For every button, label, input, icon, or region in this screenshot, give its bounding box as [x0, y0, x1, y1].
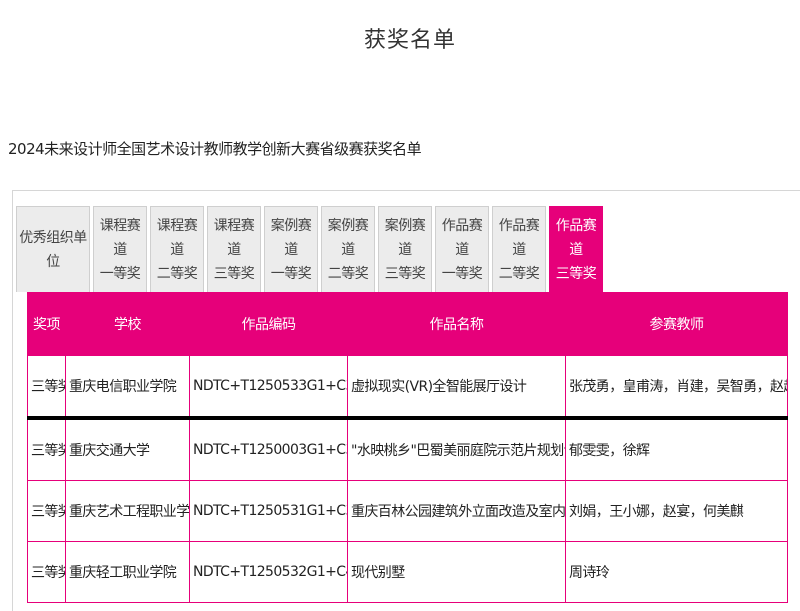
winners-table: 奖项 学校 作品编码 作品名称 参赛教师 三等奖 重庆电信职业学院 NDTC+T…	[27, 292, 788, 603]
tab-label-line2: 一等奖	[441, 265, 483, 282]
tab-case-first-prize[interactable]: 案例赛道 一等奖	[264, 206, 318, 292]
cell-work-code: NDTC+T1250533G1+C3+007	[189, 355, 348, 420]
cell-award: 三等奖	[27, 355, 66, 420]
cell-work-code: NDTC+T1250003G1+C3+002	[189, 417, 348, 481]
page-subtitle: 2024未来设计师全国艺术设计教师教学创新大赛省级赛获奖名单	[8, 140, 422, 158]
winners-table-container: 奖项 学校 作品编码 作品名称 参赛教师 三等奖 重庆电信职业学院 NDTC+T…	[27, 292, 788, 603]
cell-award: 三等奖	[27, 541, 66, 603]
tab-label-line1: 作品赛道	[498, 217, 540, 258]
tab-label-line2: 二等奖	[498, 265, 540, 282]
tab-case-third-prize[interactable]: 案例赛道 三等奖	[378, 206, 432, 292]
tab-label-line1: 案例赛道	[270, 217, 312, 258]
tab-label-line2: 一等奖	[99, 265, 141, 282]
tab-course-third-prize[interactable]: 课程赛道 三等奖	[207, 206, 261, 292]
tab-excellent-organization[interactable]: 优秀组织单位	[16, 206, 90, 292]
table-row: 三等奖 重庆交通大学 NDTC+T1250003G1+C3+002 "水映桃乡"…	[27, 417, 788, 481]
tab-label-line1: 案例赛道	[327, 217, 369, 258]
table-row: 三等奖 重庆轻工职业学院 NDTC+T1250532G1+C4+001 现代别墅…	[27, 541, 788, 603]
cell-school: 重庆艺术工程职业学院	[65, 480, 190, 542]
cell-work-code: NDTC+T1250531G1+C3+002	[189, 480, 348, 542]
tab-work-second-prize[interactable]: 作品赛道 二等奖	[492, 206, 546, 292]
tab-label-line1: 课程赛道	[99, 217, 141, 258]
tab-label-line2: 二等奖	[327, 265, 369, 282]
cell-teachers: 周诗玲	[565, 541, 788, 603]
tab-work-first-prize[interactable]: 作品赛道 一等奖	[435, 206, 489, 292]
cell-work-code: NDTC+T1250532G1+C4+001	[189, 541, 348, 603]
cell-award: 三等奖	[27, 417, 66, 481]
cell-school: 重庆轻工职业学院	[65, 541, 190, 603]
header-work-code: 作品编码	[189, 292, 348, 356]
tab-work-third-prize[interactable]: 作品赛道 三等奖	[549, 206, 603, 292]
header-teachers: 参赛教师	[565, 292, 788, 356]
header-school: 学校	[65, 292, 190, 356]
tab-label-line1: 案例赛道	[384, 217, 426, 258]
cell-award: 三等奖	[27, 480, 66, 542]
cell-teachers: 刘娟，王小娜，赵宴，何美麒	[565, 480, 788, 542]
cell-school: 重庆交通大学	[65, 417, 190, 481]
header-award: 奖项	[27, 292, 66, 356]
page-title: 获奖名单	[363, 28, 456, 53]
tab-label-line1: 课程赛道	[213, 217, 255, 258]
tab-label-line2: 三等奖	[555, 265, 597, 282]
tab-label-line2: 二等奖	[156, 265, 198, 282]
tab-label-line2: 三等奖	[384, 265, 426, 282]
table-row: 三等奖 重庆电信职业学院 NDTC+T1250533G1+C3+007 虚拟现实…	[27, 355, 788, 420]
tab-label-line2: 三等奖	[213, 265, 255, 282]
tab-label-line1: 作品赛道	[555, 217, 597, 258]
cell-work-name: "水映桃乡"巴蜀美丽庭院示范片规划设计	[347, 417, 566, 481]
tab-label-line1: 课程赛道	[156, 217, 198, 258]
cell-teachers: 郁雯雯，徐辉	[565, 417, 788, 481]
cell-teachers: 张茂勇，皇甫涛，肖建，吴智勇，赵越	[565, 355, 788, 420]
cell-school: 重庆电信职业学院	[65, 355, 190, 420]
tab-case-second-prize[interactable]: 案例赛道 二等奖	[321, 206, 375, 292]
tab-course-second-prize[interactable]: 课程赛道 二等奖	[150, 206, 204, 292]
cell-work-name: 重庆百林公园建筑外立面改造及室内设计	[347, 480, 566, 542]
tab-label: 优秀组织单位	[19, 229, 87, 270]
header-work-name: 作品名称	[347, 292, 566, 356]
table-header-row: 奖项 学校 作品编码 作品名称 参赛教师	[27, 292, 788, 356]
cell-work-name: 现代别墅	[347, 541, 566, 603]
tab-course-first-prize[interactable]: 课程赛道 一等奖	[93, 206, 147, 292]
tab-label-line1: 作品赛道	[441, 217, 483, 258]
cell-work-name: 虚拟现实(VR)全智能展厅设计	[347, 355, 566, 420]
table-row: 三等奖 重庆艺术工程职业学院 NDTC+T1250531G1+C3+002 重庆…	[27, 480, 788, 542]
tab-label-line2: 一等奖	[270, 265, 312, 282]
